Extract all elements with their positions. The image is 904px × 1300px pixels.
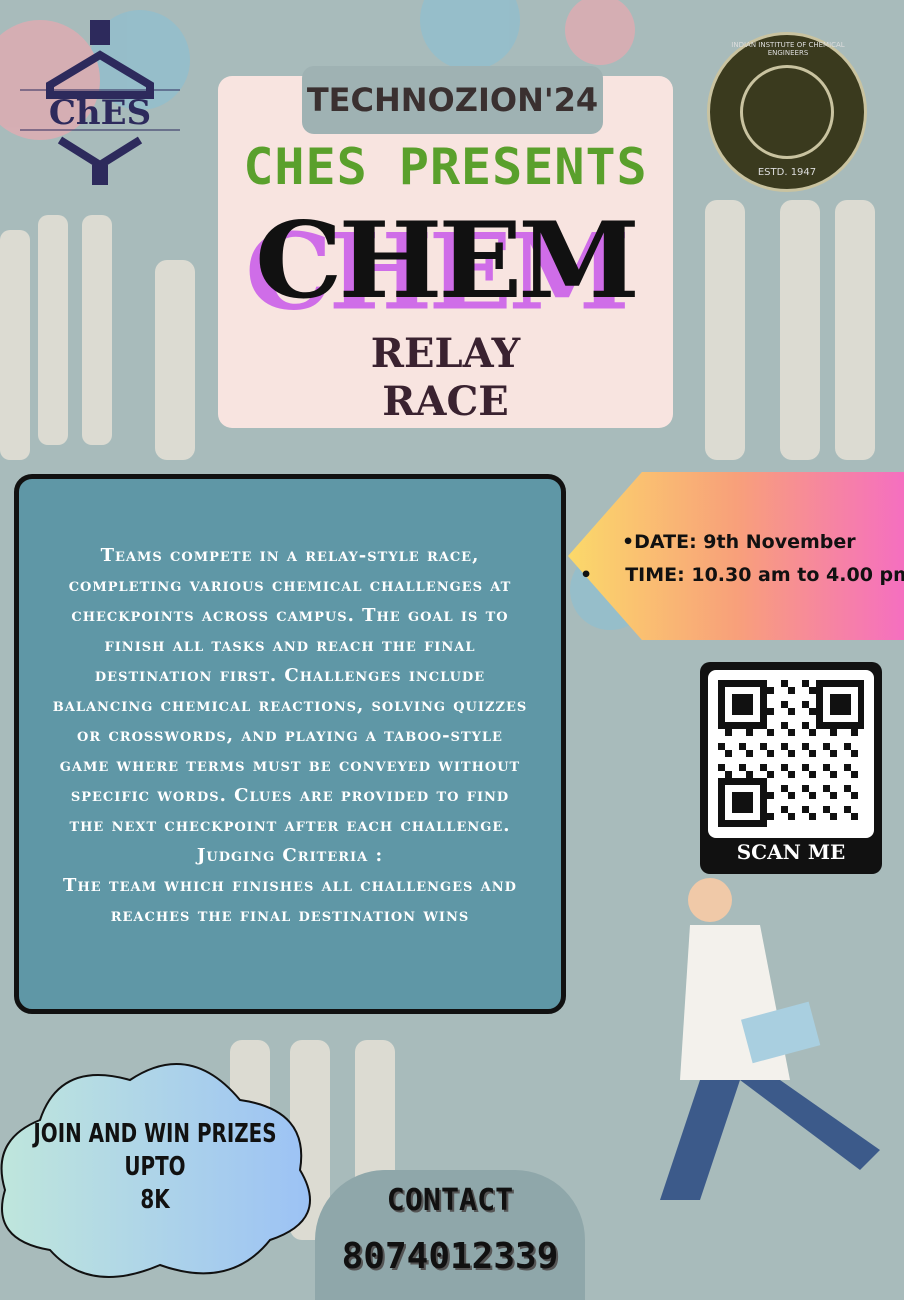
prize-amount: 8K <box>140 1185 170 1215</box>
contact-label: CONTACT <box>386 1183 514 1218</box>
description-line: finish all tasks and reach the final <box>104 635 476 656</box>
description-line: game where terms must be conveyed withou… <box>59 755 521 776</box>
description-line: specific words. Clues are provided to fi… <box>70 785 510 806</box>
description-line: Teams compete in a relay-style race, <box>100 545 480 566</box>
description-line: or crosswords, and playing a taboo-style <box>77 725 503 746</box>
prize-text: JOIN AND WIN PRIZES UPTO 8K <box>23 1118 287 1217</box>
description-line: Judging Criteria : <box>196 845 384 866</box>
schedule: •DATE: 9th November • TIME: 10.30 am to … <box>580 526 904 592</box>
seal-est-text: ESTD. 1947 <box>757 167 817 178</box>
subtitle-race: RACE <box>382 378 509 425</box>
qr-code[interactable] <box>718 680 865 828</box>
description-line: completing various chemical challenges a… <box>68 575 512 596</box>
description-line: balancing chemical reactions, solving qu… <box>52 695 528 716</box>
prize-line-2: UPTO <box>124 1152 186 1182</box>
event-date: •DATE: 9th November <box>622 531 856 553</box>
description-line: checkpoints across campus. The goal is t… <box>71 605 509 626</box>
prize-line-1: JOIN AND WIN PRIZES <box>33 1119 277 1149</box>
qr-code-card[interactable]: SCAN ME <box>700 662 882 874</box>
description-box: Teams compete in a relay-style race, comp… <box>14 474 566 1014</box>
contact-phone[interactable]: 8074012339 <box>315 1231 585 1283</box>
iiche-seal: INDIAN INSTITUTE OF CHEMICAL ENGINEERS E… <box>707 32 867 192</box>
subtitle: RELAY RACE <box>218 330 673 426</box>
description-line: destination first. Challenges include <box>94 665 486 686</box>
scan-me-label: SCAN ME <box>736 840 846 864</box>
contact-text: CONTACT 8074012339 <box>315 1175 585 1283</box>
runner-illustration <box>660 878 880 1200</box>
description-line: reaches the final destination wins <box>110 905 470 926</box>
event-time: • TIME: 10.30 am to 4.00 pm <box>580 564 904 586</box>
ches-logo-text: ChES <box>48 93 152 133</box>
title-chem: CHEM <box>254 199 640 322</box>
event-name: TECHNOZION'24 <box>302 66 603 134</box>
presents-heading: CHES PRESENTS <box>243 138 648 196</box>
seal-ring-text: INDIAN INSTITUTE OF CHEMICAL ENGINEERS <box>731 41 845 57</box>
ches-logo: ChES <box>20 15 180 190</box>
description-line: the next checkpoint after each challenge… <box>69 815 511 836</box>
description-line: The team which finishes all challenges a… <box>63 875 517 896</box>
subtitle-relay: RELAY <box>370 330 521 377</box>
